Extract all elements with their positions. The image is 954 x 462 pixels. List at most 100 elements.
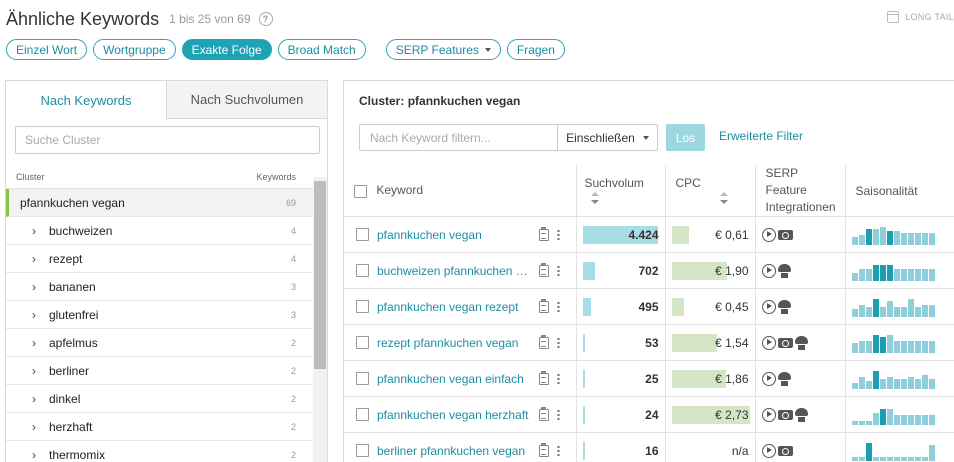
season-bar	[921, 414, 928, 425]
clipboard-icon[interactable]	[539, 442, 549, 457]
more-options-icon[interactable]	[557, 301, 560, 312]
row-checkbox[interactable]	[356, 336, 369, 349]
chevron-right-icon[interactable]: ›	[32, 392, 36, 406]
chevron-right-icon[interactable]: ›	[32, 364, 36, 378]
keyword-link[interactable]: pfannkuchen vegan einfach	[377, 372, 529, 386]
cluster-item[interactable]: › berliner 2	[6, 357, 313, 385]
filter-einzel-wort[interactable]: Einzel Wort	[6, 39, 88, 60]
col-cpc-header[interactable]: CPC	[665, 165, 756, 217]
cluster-item[interactable]: › rezept 4	[6, 245, 313, 273]
include-dropdown[interactable]: Einschließen	[557, 125, 657, 150]
more-options-icon[interactable]	[557, 409, 560, 420]
more-options-icon[interactable]	[557, 337, 560, 348]
clipboard-icon[interactable]	[539, 370, 549, 385]
keyword-link[interactable]: pfannkuchen vegan rezept	[377, 300, 529, 314]
season-bar	[879, 264, 886, 281]
cpc-value: € 0,61	[715, 227, 749, 242]
sort-icon[interactable]	[590, 191, 599, 205]
filter-wortgruppe[interactable]: Wortgruppe	[93, 39, 176, 60]
chevron-right-icon[interactable]: ›	[32, 308, 36, 322]
keyword-link[interactable]: pfannkuchen vegan	[377, 228, 529, 242]
more-options-icon[interactable]	[557, 373, 560, 384]
cluster-item[interactable]: pfannkuchen vegan 69	[6, 189, 313, 217]
camera-icon	[777, 445, 793, 456]
clipboard-icon[interactable]	[539, 406, 549, 421]
season-bar	[858, 268, 865, 281]
select-all-checkbox[interactable]	[354, 184, 367, 198]
chevron-right-icon[interactable]: ›	[32, 280, 36, 294]
keyword-link[interactable]: berliner pfannkuchen vegan	[377, 444, 529, 458]
season-bar	[886, 230, 893, 245]
filter-exakte-folge[interactable]: Exakte Folge	[181, 39, 272, 60]
tab-nach-suchvolumen[interactable]: Nach Suchvolumen	[166, 81, 327, 119]
season-bar	[928, 268, 935, 281]
help-icon[interactable]: ?	[258, 12, 273, 26]
chevron-right-icon[interactable]: ›	[32, 252, 36, 266]
cluster-item[interactable]: › buchweizen 4	[6, 217, 313, 245]
season-bar	[900, 232, 907, 245]
chef-hat-icon	[794, 407, 808, 422]
row-checkbox[interactable]	[356, 372, 369, 385]
row-checkbox[interactable]	[356, 408, 369, 421]
col-serp-header: SERP Feature Integrationen	[755, 165, 846, 217]
cluster-item[interactable]: › herzhaft 2	[6, 413, 313, 441]
more-options-icon[interactable]	[557, 229, 560, 240]
col-volume-header[interactable]: Suchvolum	[576, 165, 666, 217]
row-checkbox[interactable]	[356, 300, 369, 313]
keyword-panel: Cluster: pfannkuchen vegan Einschließen …	[343, 80, 954, 462]
season-cell	[845, 396, 954, 433]
table-row: pfannkuchen vegan 4.424 € 0,61	[344, 216, 954, 253]
more-options-icon[interactable]	[557, 265, 560, 276]
chevron-right-icon[interactable]: ›	[32, 336, 36, 350]
more-options-icon[interactable]	[557, 445, 560, 456]
col-serp-label-1: SERP Feature	[765, 166, 807, 197]
clipboard-icon[interactable]	[539, 298, 549, 313]
filter-fragen[interactable]: Fragen	[506, 39, 565, 60]
cluster-name: buchweizen	[49, 223, 113, 238]
long-tail-toggle[interactable]: LONG TAIL	[887, 11, 954, 23]
clipboard-icon[interactable]	[539, 226, 549, 241]
filter-serp-features[interactable]: SERP Features	[385, 39, 501, 60]
row-checkbox[interactable]	[356, 264, 369, 277]
keyword-link[interactable]: rezept pfannkuchen vegan	[377, 336, 529, 350]
chef-hat-icon	[777, 299, 791, 314]
cluster-item[interactable]: › apfelmus 2	[6, 329, 313, 357]
chevron-right-icon[interactable]: ›	[32, 224, 36, 238]
sort-icon[interactable]	[719, 191, 728, 205]
season-bar	[886, 408, 893, 425]
cluster-item[interactable]: › thermomix 2	[6, 441, 313, 462]
chevron-right-icon[interactable]: ›	[32, 420, 36, 434]
season-bar	[879, 306, 886, 317]
cluster-item[interactable]: › bananen 3	[6, 273, 313, 301]
keyword-link[interactable]: pfannkuchen vegan herzhaft	[377, 408, 529, 422]
chevron-right-icon[interactable]: ›	[32, 448, 36, 462]
cluster-count: 3	[290, 309, 296, 320]
season-bar	[907, 456, 914, 461]
go-button[interactable]: Los	[666, 124, 705, 151]
tab-nach-keywords[interactable]: Nach Keywords	[6, 81, 166, 119]
cluster-heading: Cluster: pfannkuchen vegan	[359, 94, 520, 108]
cluster-item[interactable]: › glutenfrei 3	[6, 301, 313, 329]
keyword-cell: rezept pfannkuchen vegan	[344, 324, 577, 361]
cluster-count: 2	[290, 421, 296, 432]
season-bar	[865, 306, 872, 317]
keyword-cell: berliner pfannkuchen vegan	[344, 432, 577, 462]
keyword-cell: pfannkuchen vegan herzhaft	[344, 396, 577, 433]
filter-broad-match[interactable]: Broad Match	[277, 39, 366, 60]
season-bar	[928, 414, 935, 425]
advanced-filter-link[interactable]: Erweiterte Filter	[719, 129, 803, 143]
volume-value: 495	[638, 299, 659, 314]
keyword-filter-input[interactable]	[360, 125, 557, 150]
cluster-search-input[interactable]	[25, 133, 310, 147]
clipboard-icon[interactable]	[539, 334, 549, 349]
scrollbar-thumb[interactable]	[314, 181, 326, 369]
cpc-value: € 2,73	[715, 407, 749, 422]
clipboard-icon[interactable]	[539, 262, 549, 277]
row-checkbox[interactable]	[356, 228, 369, 241]
season-bar	[872, 412, 879, 425]
cluster-scrollbar[interactable]	[313, 177, 327, 462]
keyword-link[interactable]: buchweizen pfannkuchen vegan	[377, 264, 529, 278]
row-checkbox[interactable]	[356, 444, 369, 457]
volume-cell: 24	[576, 396, 666, 433]
cluster-item[interactable]: › dinkel 2	[6, 385, 313, 413]
